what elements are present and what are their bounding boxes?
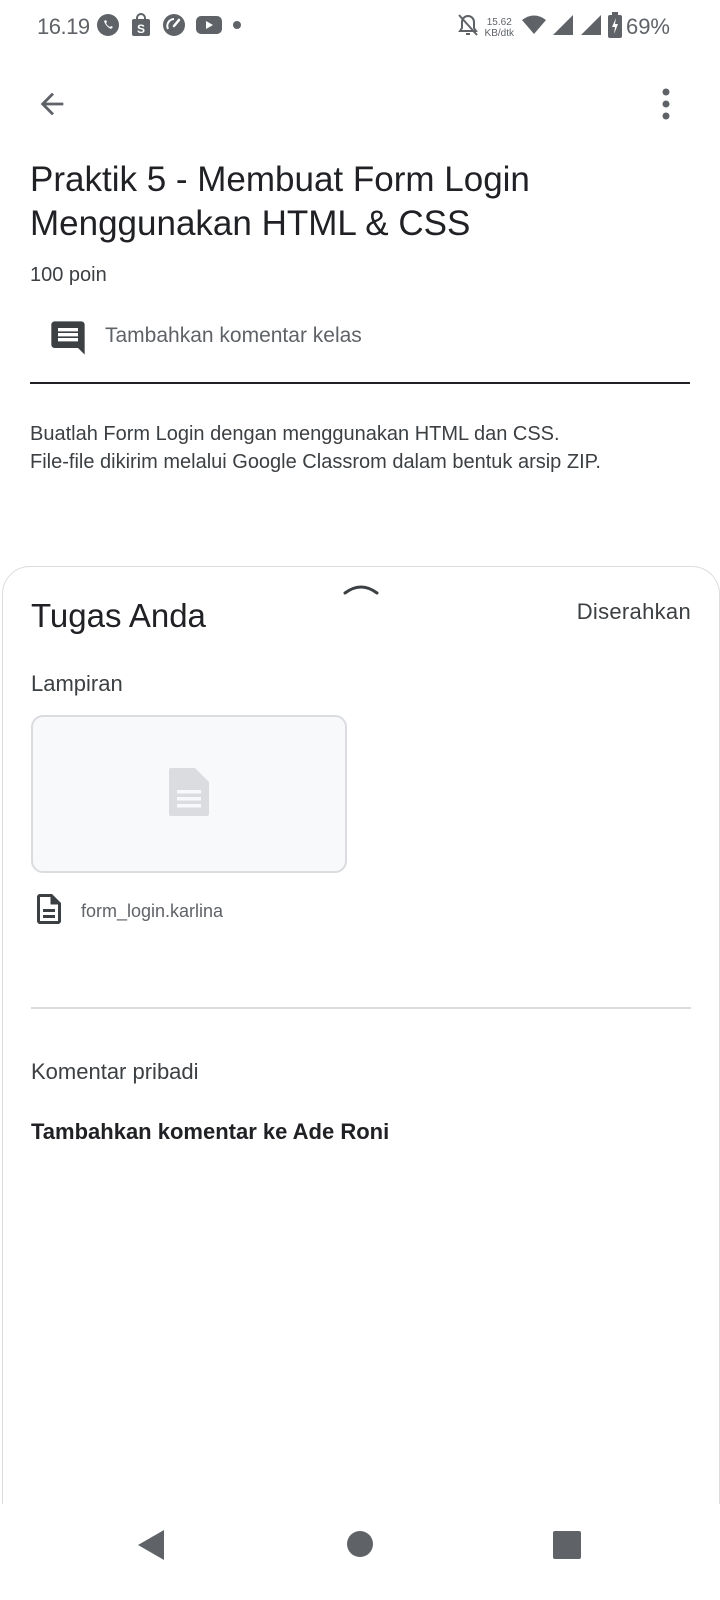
- system-icons: 15.62 KB/dtk: [457, 12, 622, 43]
- speedometer-icon: [162, 13, 186, 37]
- assignment-description: Buatlah Form Login dengan menggunakan HT…: [30, 420, 690, 476]
- class-comment-placeholder: Tambahkan komentar kelas: [105, 324, 362, 347]
- signal-icon: [552, 14, 574, 41]
- net-speed-unit: KB/dtk: [484, 27, 514, 39]
- status-bar: 16.19 S 15.62 KB/dtk 69%: [0, 0, 720, 54]
- more-options-button[interactable]: [642, 82, 690, 130]
- dot-icon: [232, 20, 242, 30]
- signal-icon: [580, 14, 602, 41]
- svg-text:S: S: [137, 22, 145, 36]
- description-line: File-file dikirim melalui Google Classro…: [30, 451, 601, 473]
- wifi-icon: [522, 15, 546, 40]
- net-speed: 15.62 KB/dtk: [485, 17, 514, 39]
- your-work-title: Tugas Anda: [31, 597, 206, 634]
- assignment-title: Praktik 5 - Membuat Form Login Menggunak…: [30, 160, 530, 243]
- divider: [31, 1007, 691, 1009]
- class-comment-input[interactable]: Tambahkan komentar kelas: [30, 304, 690, 384]
- silent-icon: [457, 13, 479, 42]
- attachment-thumbnail[interactable]: [31, 715, 347, 873]
- navigation-bar: [0, 1504, 720, 1600]
- status-time: 16.19: [37, 14, 90, 39]
- document-icon: [167, 766, 211, 823]
- description-line: Buatlah Form Login dengan menggunakan HT…: [30, 423, 560, 445]
- nav-home-icon[interactable]: [346, 1530, 374, 1563]
- notification-icons: S: [96, 13, 242, 37]
- nav-back-icon[interactable]: [136, 1528, 166, 1567]
- battery-percentage: 69%: [625, 14, 670, 39]
- file-name: form_login.karlina: [81, 900, 224, 921]
- youtube-icon: [196, 15, 222, 35]
- nav-recent-icon[interactable]: [552, 1530, 582, 1565]
- expand-handle-icon[interactable]: [343, 581, 379, 602]
- your-work-sheet[interactable]: Tugas Anda Diserahkan Lampiran form_logi…: [2, 566, 720, 1516]
- more-vert-icon: [661, 87, 671, 126]
- attachment-file[interactable]: form_login.karlina: [31, 889, 223, 933]
- private-comment-label: Komentar pribadi: [31, 1059, 199, 1084]
- back-button[interactable]: [28, 82, 76, 130]
- net-speed-value: 15.62: [486, 16, 512, 28]
- assignment-points: 100 poin: [30, 264, 107, 286]
- whatsapp-icon: [96, 13, 120, 37]
- battery-charging-icon: [608, 12, 622, 43]
- file-icon: [31, 890, 67, 933]
- shopping-bag-icon: S: [130, 13, 152, 37]
- attachments-label: Lampiran: [31, 671, 123, 696]
- comment-icon: [48, 318, 88, 363]
- arrow-back-icon: [35, 87, 69, 126]
- add-private-comment-button[interactable]: Tambahkan komentar ke Ade Roni: [31, 1119, 389, 1145]
- submission-status: Diserahkan: [576, 599, 691, 624]
